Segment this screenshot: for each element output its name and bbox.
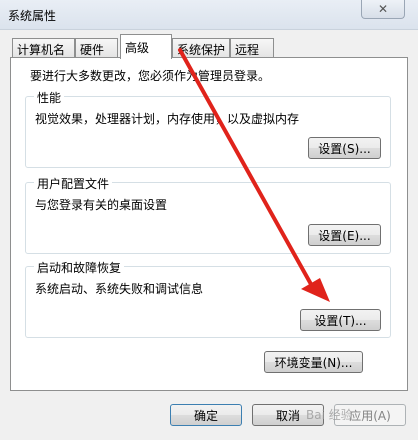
performance-title: 性能 (34, 89, 65, 106)
tab-advanced[interactable]: 高级 (120, 34, 172, 59)
performance-desc: 视觉效果，处理器计划，内存使用，以及虚拟内存 (35, 112, 300, 126)
startup-recovery-desc: 系统启动、系统失败和调试信息 (35, 282, 204, 296)
tab-remote[interactable]: 远程 (230, 38, 274, 58)
title-bar: 系统属性 ✕ (0, 0, 418, 30)
user-profiles-settings-button[interactable]: 设置(E)... (308, 224, 381, 246)
window-title: 系统属性 (8, 9, 57, 23)
ok-button[interactable]: 确定 (170, 404, 242, 426)
startup-recovery-settings-button[interactable]: 设置(T)... (300, 309, 381, 331)
startup-recovery-title: 启动和故障恢复 (34, 259, 125, 276)
tab-computer-name[interactable]: 计算机名 (12, 38, 75, 58)
tab-system-protection[interactable]: 系统保护 (172, 38, 230, 58)
user-profiles-title: 用户配置文件 (34, 175, 113, 192)
user-profiles-desc: 与您登录有关的桌面设置 (35, 198, 168, 212)
close-icon: ✕ (377, 2, 389, 16)
close-button[interactable]: ✕ (361, 0, 405, 19)
performance-settings-button[interactable]: 设置(S)... (308, 137, 381, 159)
watermark: Bai 经验 (306, 408, 353, 422)
tab-strip: 计算机名 硬件 高级 系统保护 远程 (0, 34, 418, 59)
tab-hardware[interactable]: 硬件 (75, 38, 118, 58)
admin-notice: 要进行大多数更改，您必须作为管理员登录。 (30, 69, 271, 83)
environment-variables-button[interactable]: 环境变量(N)... (264, 351, 363, 373)
